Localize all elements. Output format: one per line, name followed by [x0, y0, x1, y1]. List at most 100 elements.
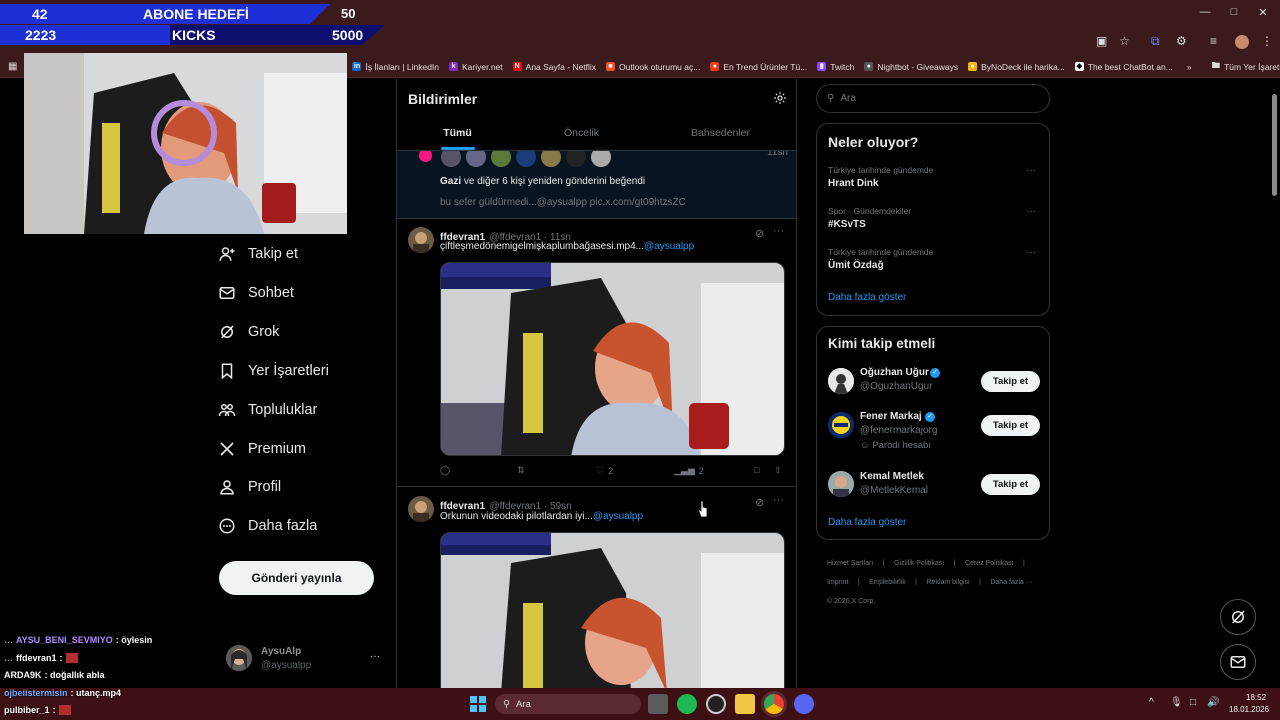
discord-icon[interactable] [794, 694, 814, 714]
follow-button[interactable]: Takip et [981, 474, 1040, 495]
page-scrollbar[interactable] [1270, 82, 1278, 686]
bookmark-item[interactable]: ▮ Twitch [817, 62, 854, 72]
follow-suggestion[interactable]: Oğuzhan Uğur ✓ @OguzhanUgur Takip et [817, 363, 1051, 403]
bookmarks-more-icon[interactable]: » [1187, 62, 1192, 72]
tray-chevron-icon[interactable]: ^ [1149, 697, 1154, 708]
show-more-suggestions-link[interactable]: Daha fazla göster [828, 517, 906, 528]
search-input[interactable] [840, 93, 1021, 104]
tweet-mention[interactable]: @aysualpp [644, 241, 694, 252]
reply-button[interactable]: ◯ [440, 465, 454, 476]
trend-more-icon[interactable]: ··· [1026, 165, 1036, 176]
tweet-avatar[interactable] [408, 227, 434, 253]
bookmark-item[interactable]: in İş İlanları | LinkedIn [352, 62, 439, 72]
bookmark-item[interactable]: ● ByNoDeck ile harika... [968, 62, 1065, 72]
footer-cookies[interactable]: Çerez Politikası [965, 560, 1014, 567]
bookmark-item[interactable]: ■ Outlook oturumu aç... [606, 62, 700, 72]
windows-start-icon[interactable] [470, 696, 486, 712]
share-button[interactable]: ⇧ [774, 465, 782, 476]
trend-more-icon[interactable]: ··· [1026, 247, 1036, 258]
trend-item[interactable]: Türkiye tarihinde gündemde Hrant Dink ··… [828, 165, 1040, 189]
footer-ads-info[interactable]: Reklam bilgisi [926, 579, 969, 586]
footer-privacy[interactable]: Gizlilik Politikası [894, 560, 944, 567]
volume-icon[interactable]: 🔊 [1207, 697, 1219, 708]
spotify-icon[interactable] [677, 694, 697, 714]
grok-floating-button[interactable] [1220, 599, 1256, 635]
file-explorer-icon[interactable] [735, 694, 755, 714]
taskbar-date[interactable]: 18.01.2026 [1229, 705, 1269, 714]
footer-terms[interactable]: Hizmet Şartları [827, 560, 873, 567]
obs-icon[interactable] [706, 694, 726, 714]
footer-accessibility[interactable]: Erişilebilirlik [869, 579, 906, 586]
bookmark-item[interactable]: k Kariyer.net [449, 62, 503, 72]
footer-imprint[interactable]: Imprint [827, 579, 848, 586]
minimize-button[interactable]: — [1190, 6, 1220, 18]
nav-grok[interactable]: Grok [218, 323, 279, 341]
account-more-icon[interactable]: ··· [370, 651, 380, 662]
profile-avatar-icon[interactable] [1235, 35, 1249, 49]
trend-item[interactable]: Türkiye tarihinde gündemde Ümit Özdağ ··… [828, 247, 1040, 271]
settings-gear-icon[interactable] [773, 91, 787, 105]
star-icon[interactable]: ☆ [1119, 34, 1130, 48]
trend-more-icon[interactable]: ··· [1026, 206, 1036, 217]
follow-suggestion[interactable]: Kemal Metlek @MetlekKemal Takip et [817, 467, 1051, 507]
scrollbar-thumb[interactable] [1272, 94, 1277, 196]
search-box[interactable]: ⚲ [816, 84, 1050, 113]
tweet-mention[interactable]: @aysualpp [593, 511, 643, 522]
taskbar-search[interactable]: ⚲ Ara [495, 694, 641, 714]
messages-floating-button[interactable] [1220, 644, 1256, 680]
close-window-button[interactable]: ✕ [1248, 6, 1278, 19]
tweet[interactable]: ffdevran1 @ffdevran1 · 59sn ⊘ ··· Orkunu… [397, 488, 796, 688]
tweet-more-icon[interactable]: ··· [773, 494, 784, 506]
bookmark-item[interactable]: ◆ The best ChatBot an... [1074, 62, 1173, 72]
tweet-avatar[interactable] [408, 496, 434, 522]
nav-follow[interactable]: Takip et [218, 245, 298, 263]
notification-preview[interactable]: bu sefer güldürmedi...@aysualpp pic.x.co… [440, 197, 686, 208]
tweet[interactable]: ffdevran1 @ffdevran1 · 11sn ⊘ ··· çiftle… [397, 219, 796, 487]
account-switcher[interactable]: AysuAlp @aysualpp ··· [226, 643, 386, 675]
tweet-media[interactable] [440, 262, 785, 456]
follow-button[interactable]: Takip et [981, 371, 1040, 392]
network-icon[interactable]: □ [1190, 697, 1196, 708]
show-more-trends-link[interactable]: Daha fazla göster [828, 292, 906, 303]
nav-profile[interactable]: Profil [218, 478, 281, 496]
follow-suggestion[interactable]: Fener Markaj ✓ @fenermarkajorg ☺ Parodi … [817, 407, 1051, 457]
tab-all[interactable]: Tümü [397, 127, 524, 139]
bookmark-item[interactable]: ● Nightbot - Giveaways [864, 62, 958, 72]
nav-bookmarks[interactable]: Yer İşaretleri [218, 362, 329, 380]
trend-item[interactable]: Spor · Gündemdekiler #KSvTS ··· [828, 206, 1040, 230]
bookmark-item[interactable]: ● En Trend Ürünler Tü... [710, 62, 807, 72]
bookmark-item[interactable]: N Ana Sayfa - Netflix [512, 62, 596, 72]
maximize-button[interactable]: □ [1219, 6, 1249, 18]
microphone-icon[interactable]: 🎙 [1170, 697, 1183, 708]
nav-communities[interactable]: Topluluklar [218, 401, 317, 419]
like-button[interactable]: ♡ 2 [596, 465, 613, 476]
tab-mentions[interactable]: Bahsedenler [654, 127, 787, 139]
extensions-icon[interactable]: ⚙ [1176, 34, 1187, 48]
bookmark-button[interactable]: □ [754, 465, 759, 475]
tweet-media[interactable] [440, 532, 785, 688]
install-app-icon[interactable]: ▣ [1096, 34, 1107, 48]
follow-button[interactable]: Takip et [981, 415, 1040, 436]
chrome-icon[interactable] [764, 694, 784, 714]
tweet-more-icon[interactable]: ··· [773, 225, 784, 237]
task-view-icon[interactable] [648, 694, 668, 714]
grok-icon[interactable]: ⊘ [755, 496, 764, 509]
views-button[interactable]: ▁▃▅ 2 [674, 465, 704, 476]
taskbar-time[interactable]: 18:52 [1246, 693, 1266, 702]
nav-more[interactable]: Daha fazla [218, 517, 317, 535]
nav-chat[interactable]: Sohbet [218, 284, 294, 302]
media-icon[interactable]: ≡ [1210, 34, 1217, 48]
footer-more[interactable]: Daha fazla ··· [990, 579, 1032, 586]
tab-priority[interactable]: Öncelik [515, 127, 648, 139]
kicks-title: KICKS [172, 27, 216, 43]
retweet-button[interactable]: ⇅ [517, 465, 529, 476]
post-button[interactable]: Gönderi yayınla [219, 561, 374, 595]
nav-premium[interactable]: Premium [218, 440, 306, 458]
all-bookmarks-link[interactable]: 🖿Tüm Yer İşaretleri [1212, 60, 1280, 74]
grok-icon[interactable]: ⊘ [755, 227, 764, 240]
notification-user[interactable]: Gazi [440, 176, 461, 187]
repost-like-notification[interactable]: 11sn Gazi ve diğer 6 kişi yeniden gönder… [397, 147, 796, 219]
apps-grid-icon[interactable]: ▦ [8, 61, 17, 72]
menu-icon[interactable]: ⋮ [1261, 34, 1273, 48]
audio-icon[interactable]: ⧉ [1151, 34, 1160, 49]
